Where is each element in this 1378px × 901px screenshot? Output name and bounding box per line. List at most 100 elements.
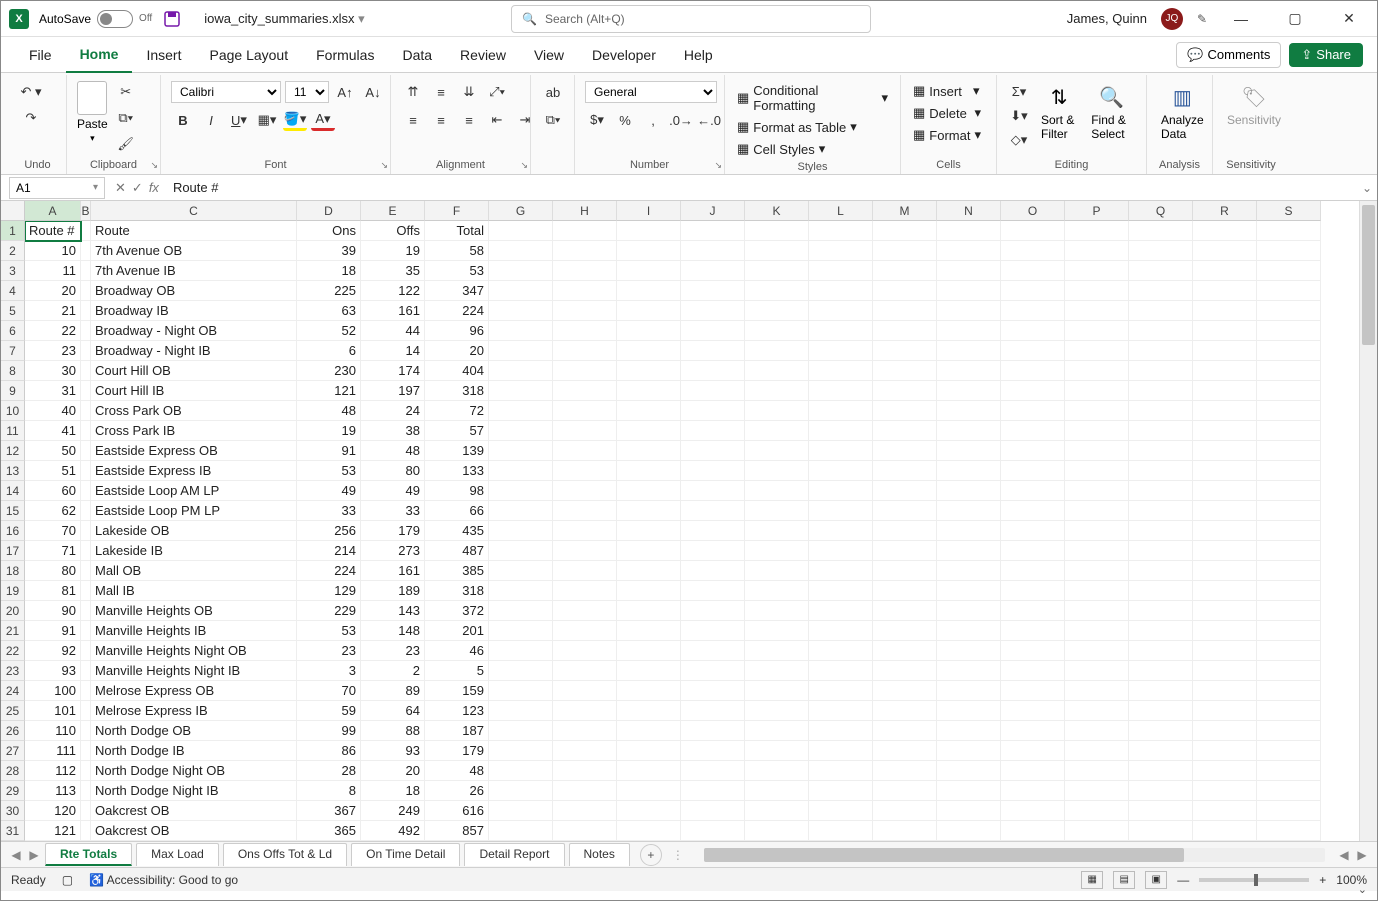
- cell-N23[interactable]: [937, 661, 1001, 681]
- cell-C25[interactable]: Melrose Express IB: [91, 701, 297, 721]
- cell-K4[interactable]: [745, 281, 809, 301]
- cell-M31[interactable]: [873, 821, 937, 841]
- cell-S25[interactable]: [1257, 701, 1321, 721]
- cell-A23[interactable]: 93: [25, 661, 81, 681]
- tab-view[interactable]: View: [520, 37, 578, 73]
- cell-N3[interactable]: [937, 261, 1001, 281]
- cell-H28[interactable]: [553, 761, 617, 781]
- cell-F11[interactable]: 57: [425, 421, 489, 441]
- cell-S15[interactable]: [1257, 501, 1321, 521]
- cell-I2[interactable]: [617, 241, 681, 261]
- cell-F21[interactable]: 201: [425, 621, 489, 641]
- cell-K24[interactable]: [745, 681, 809, 701]
- cell-N29[interactable]: [937, 781, 1001, 801]
- cell-D19[interactable]: 129: [297, 581, 361, 601]
- cell-O12[interactable]: [1001, 441, 1065, 461]
- cell-I15[interactable]: [617, 501, 681, 521]
- cell-Q9[interactable]: [1129, 381, 1193, 401]
- cell-B14[interactable]: [81, 481, 91, 501]
- cell-F27[interactable]: 179: [425, 741, 489, 761]
- sheet-nav-next[interactable]: ▶: [25, 848, 43, 862]
- cell-D26[interactable]: 99: [297, 721, 361, 741]
- cell-Q17[interactable]: [1129, 541, 1193, 561]
- cell-H23[interactable]: [553, 661, 617, 681]
- vertical-scrollbar[interactable]: [1359, 201, 1377, 841]
- insert-cells-button[interactable]: ▦ Insert ▾: [911, 81, 982, 101]
- cell-Q2[interactable]: [1129, 241, 1193, 261]
- cell-O19[interactable]: [1001, 581, 1065, 601]
- cell-F14[interactable]: 98: [425, 481, 489, 501]
- cell-N26[interactable]: [937, 721, 1001, 741]
- cell-E5[interactable]: 161: [361, 301, 425, 321]
- col-header-O[interactable]: O: [1001, 201, 1065, 221]
- decrease-indent-button[interactable]: ⇤: [485, 109, 509, 131]
- cell-S3[interactable]: [1257, 261, 1321, 281]
- cell-A7[interactable]: 23: [25, 341, 81, 361]
- cell-N7[interactable]: [937, 341, 1001, 361]
- cell-K9[interactable]: [745, 381, 809, 401]
- cell-B1[interactable]: [81, 221, 91, 241]
- tab-insert[interactable]: Insert: [132, 37, 195, 73]
- cell-O18[interactable]: [1001, 561, 1065, 581]
- col-header-N[interactable]: N: [937, 201, 1001, 221]
- cell-I17[interactable]: [617, 541, 681, 561]
- cell-P23[interactable]: [1065, 661, 1129, 681]
- cell-O5[interactable]: [1001, 301, 1065, 321]
- search-box[interactable]: 🔍 Search (Alt+Q): [511, 5, 871, 33]
- cell-P11[interactable]: [1065, 421, 1129, 441]
- cell-O10[interactable]: [1001, 401, 1065, 421]
- cell-P6[interactable]: [1065, 321, 1129, 341]
- page-break-view-button[interactable]: ▣: [1145, 871, 1167, 889]
- cell-H1[interactable]: [553, 221, 617, 241]
- select-all-corner[interactable]: [1, 201, 25, 221]
- cell-F16[interactable]: 435: [425, 521, 489, 541]
- cell-P4[interactable]: [1065, 281, 1129, 301]
- cell-N27[interactable]: [937, 741, 1001, 761]
- cell-I12[interactable]: [617, 441, 681, 461]
- autosave-switch[interactable]: [97, 10, 133, 28]
- cell-J5[interactable]: [681, 301, 745, 321]
- tab-review[interactable]: Review: [446, 37, 520, 73]
- cell-P13[interactable]: [1065, 461, 1129, 481]
- cell-L15[interactable]: [809, 501, 873, 521]
- cell-J24[interactable]: [681, 681, 745, 701]
- cell-B24[interactable]: [81, 681, 91, 701]
- cell-B28[interactable]: [81, 761, 91, 781]
- cell-A22[interactable]: 92: [25, 641, 81, 661]
- cell-M6[interactable]: [873, 321, 937, 341]
- cell-F5[interactable]: 224: [425, 301, 489, 321]
- cell-A25[interactable]: 101: [25, 701, 81, 721]
- cell-R3[interactable]: [1193, 261, 1257, 281]
- cell-B17[interactable]: [81, 541, 91, 561]
- cell-G5[interactable]: [489, 301, 553, 321]
- cell-E22[interactable]: 23: [361, 641, 425, 661]
- cell-O4[interactable]: [1001, 281, 1065, 301]
- cell-I7[interactable]: [617, 341, 681, 361]
- cell-J12[interactable]: [681, 441, 745, 461]
- cell-C8[interactable]: Court Hill OB: [91, 361, 297, 381]
- cell-B13[interactable]: [81, 461, 91, 481]
- col-header-E[interactable]: E: [361, 201, 425, 221]
- cell-L25[interactable]: [809, 701, 873, 721]
- col-header-D[interactable]: D: [297, 201, 361, 221]
- cell-P15[interactable]: [1065, 501, 1129, 521]
- cell-B7[interactable]: [81, 341, 91, 361]
- cell-M3[interactable]: [873, 261, 937, 281]
- cell-I8[interactable]: [617, 361, 681, 381]
- cell-S6[interactable]: [1257, 321, 1321, 341]
- cell-L14[interactable]: [809, 481, 873, 501]
- user-avatar[interactable]: JQ: [1161, 8, 1183, 30]
- cell-L17[interactable]: [809, 541, 873, 561]
- cell-F22[interactable]: 46: [425, 641, 489, 661]
- page-layout-view-button[interactable]: ▤: [1113, 871, 1135, 889]
- cell-G26[interactable]: [489, 721, 553, 741]
- cell-J8[interactable]: [681, 361, 745, 381]
- cell-C5[interactable]: Broadway IB: [91, 301, 297, 321]
- cell-C15[interactable]: Eastside Loop PM LP: [91, 501, 297, 521]
- normal-view-button[interactable]: ▦: [1081, 871, 1103, 889]
- cell-K21[interactable]: [745, 621, 809, 641]
- cell-S12[interactable]: [1257, 441, 1321, 461]
- formula-input[interactable]: Route #: [165, 180, 1357, 195]
- cell-N12[interactable]: [937, 441, 1001, 461]
- decrease-decimal-button[interactable]: ←.0: [697, 109, 721, 131]
